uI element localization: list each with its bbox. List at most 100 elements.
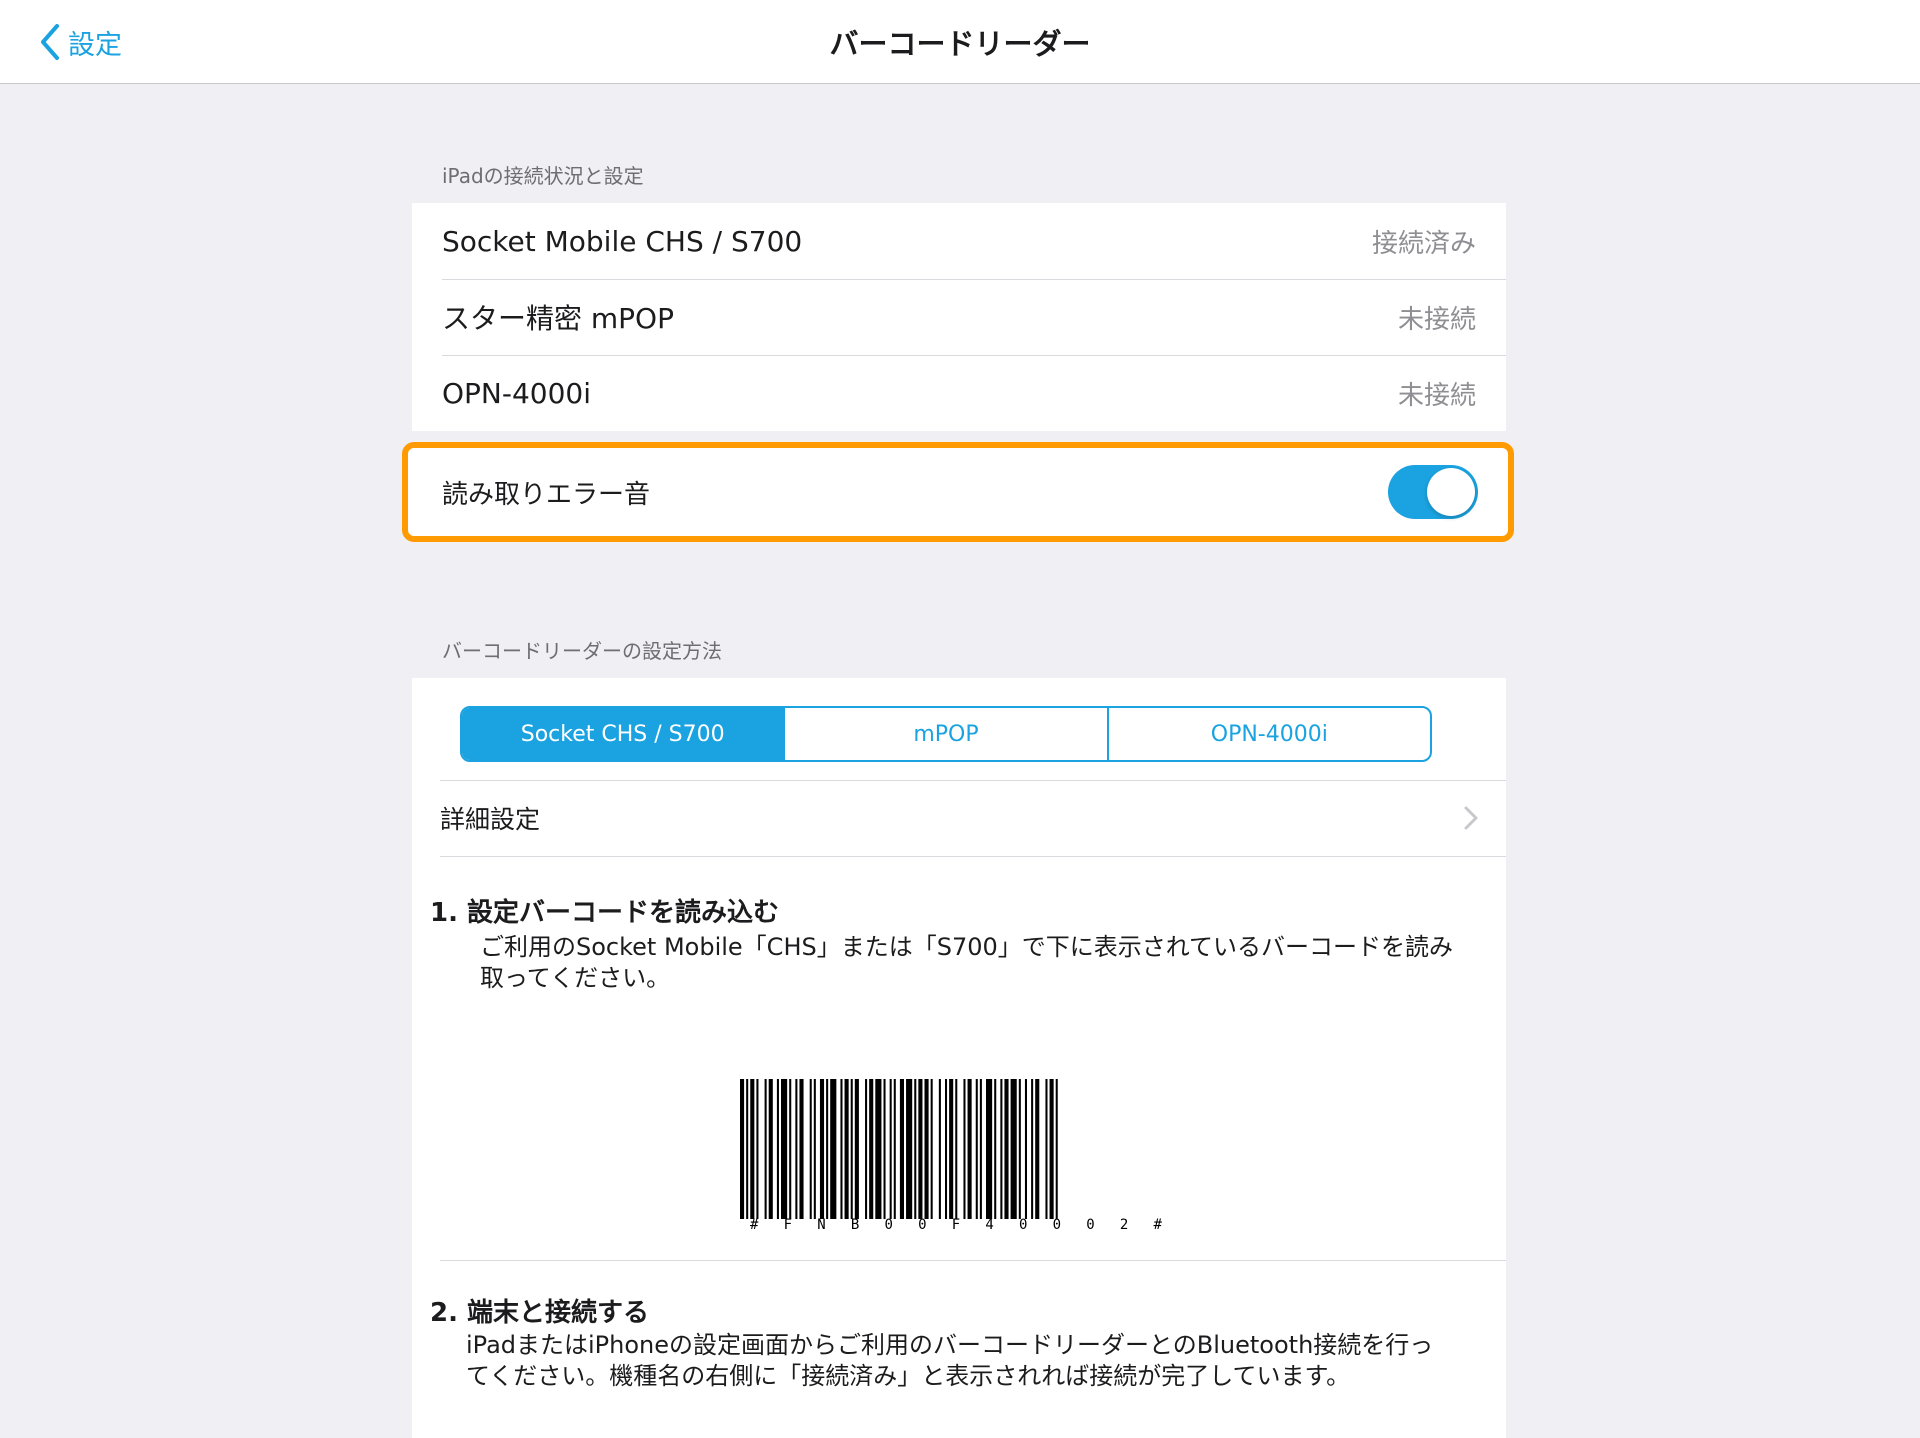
barcode-bar	[740, 1079, 745, 1219]
back-label: 設定	[68, 29, 122, 61]
chevron-left-icon	[41, 24, 59, 60]
setup-barcode	[740, 1079, 1058, 1219]
barcode-bar	[746, 1079, 749, 1219]
barcode-bar	[768, 1079, 773, 1219]
barcode-bar	[875, 1079, 882, 1219]
barcode-bar	[854, 1079, 859, 1219]
error-sound-label: 読み取りエラー音	[442, 479, 651, 510]
connection-section-header: iPadの接続状況と設定	[442, 164, 644, 188]
barcode-bar	[945, 1079, 948, 1219]
barcode-bar	[781, 1079, 788, 1219]
barcode-bar	[830, 1079, 837, 1219]
barcode-bar	[750, 1079, 755, 1219]
barcode-bar	[1010, 1079, 1017, 1219]
page-title: バーコードリーダー	[829, 27, 1091, 61]
step1-line1: ご利用のSocket Mobile「CHS」または「S700」で下に表示されてい…	[480, 933, 1454, 961]
barcode-bar	[826, 1079, 829, 1219]
error-sound-highlight: 読み取りエラー音	[402, 442, 1514, 542]
barcode-char: B	[850, 1217, 860, 1233]
barcode-char: 0	[1019, 1217, 1028, 1233]
step1-body: ご利用のSocket Mobile「CHS」または「S700」で下に表示されてい…	[480, 932, 1453, 994]
barcode-char: F	[951, 1217, 961, 1233]
barcode-bar	[914, 1079, 917, 1219]
setup-card: Socket CHS / S700 mPOP OPN-4000i 詳細設定 1.…	[412, 678, 1506, 1438]
barcode-char: #	[1153, 1217, 1162, 1233]
barcode-bar	[850, 1079, 853, 1219]
barcode-bar	[924, 1079, 929, 1219]
barcode-bar	[906, 1079, 913, 1219]
step2-line2: てください。機種名の右側に「接続済み」と表示されれば接続が完了しています。	[466, 1362, 1351, 1390]
barcode-bar	[1035, 1079, 1040, 1219]
barcode-bar	[1004, 1079, 1009, 1219]
main-content: iPadの接続状況と設定 Socket Mobile CHS / S700 接続…	[402, 84, 1514, 1438]
device-row-mpop[interactable]: スター精密 mPOP 未接続	[412, 279, 1506, 355]
error-sound-row: 読み取りエラー音	[408, 448, 1508, 536]
barcode-char: F	[783, 1217, 793, 1233]
barcode-bar	[795, 1079, 798, 1219]
barcode-bar	[809, 1079, 812, 1219]
barcode-bar	[1045, 1079, 1048, 1219]
barcode-bar	[949, 1079, 954, 1219]
step2-title: 2. 端末と接続する	[430, 1298, 650, 1328]
barcode-bar	[764, 1079, 767, 1219]
divider	[440, 1260, 1506, 1261]
barcode-bar	[813, 1079, 816, 1219]
barcode-bar	[819, 1079, 825, 1219]
barcode-bar	[1000, 1079, 1003, 1219]
device-name: OPN-4000i	[442, 376, 592, 410]
detail-settings-row[interactable]: 詳細設定	[440, 780, 1506, 856]
barcode-bar	[994, 1079, 997, 1219]
device-list: Socket Mobile CHS / S700 接続済み スター精密 mPOP…	[412, 203, 1506, 431]
toggle-knob	[1427, 468, 1475, 516]
segment-mpop[interactable]: mPOP	[783, 708, 1106, 760]
barcode-bar	[840, 1079, 843, 1219]
barcode-bar	[893, 1079, 896, 1219]
barcode-bar	[789, 1079, 792, 1219]
barcode-bar	[869, 1079, 874, 1219]
barcode-char: #	[750, 1217, 759, 1233]
barcode-bar	[1055, 1079, 1058, 1219]
device-row-opn[interactable]: OPN-4000i 未接続	[412, 355, 1506, 431]
device-status: 接続済み	[1371, 228, 1476, 259]
barcode-bar	[967, 1079, 972, 1219]
barcode-char: 0	[884, 1217, 893, 1233]
step2-line1: iPadまたはiPhoneの設定画面からご利用のバーコードリーダーとのBluet…	[466, 1331, 1434, 1359]
barcode-bar	[883, 1079, 886, 1219]
back-button[interactable]: 設定	[40, 14, 122, 70]
barcode-bar	[955, 1079, 958, 1219]
error-sound-toggle[interactable]	[1388, 465, 1478, 519]
device-status: 未接続	[1397, 380, 1476, 411]
barcode-bar	[776, 1079, 779, 1219]
detail-settings-label: 詳細設定	[440, 805, 541, 834]
barcode-bar	[844, 1079, 849, 1219]
divider	[440, 856, 1506, 857]
barcode-bar	[930, 1079, 933, 1219]
step1-title: 1. 設定バーコードを読み込む	[430, 898, 780, 928]
device-status: 未接続	[1397, 304, 1476, 335]
barcode-char: 0	[918, 1217, 927, 1233]
barcode-bar	[918, 1079, 923, 1219]
barcode-bar	[1031, 1079, 1034, 1219]
barcode-char: 2	[1119, 1217, 1129, 1233]
barcode-bar	[889, 1079, 892, 1219]
barcode-bar	[979, 1079, 982, 1219]
barcode-bar	[799, 1079, 804, 1219]
barcode-bar	[986, 1079, 993, 1219]
barcode-bar	[938, 1079, 941, 1219]
segment-socket[interactable]: Socket CHS / S700	[462, 708, 784, 760]
barcode-bar	[963, 1079, 966, 1219]
barcode-bar	[899, 1079, 904, 1219]
barcode-caption: # F N B 0 0 F 4 0 0 0 2 #	[740, 1217, 1172, 1239]
navigation-bar: 設定 バーコードリーダー	[0, 0, 1920, 84]
barcode-char: N	[817, 1217, 826, 1233]
barcode-bar	[1018, 1079, 1021, 1219]
step2-body: iPadまたはiPhoneの設定画面からご利用のバーコードリーダーとのBluet…	[466, 1330, 1433, 1392]
barcode-char: 4	[985, 1217, 994, 1233]
setup-section-header: バーコードリーダーの設定方法	[442, 639, 722, 663]
barcode-bar	[756, 1079, 759, 1219]
device-row-socket[interactable]: Socket Mobile CHS / S700 接続済み	[412, 203, 1506, 279]
device-segmented-control: Socket CHS / S700 mPOP OPN-4000i	[460, 706, 1432, 762]
barcode-bar	[1024, 1079, 1027, 1219]
barcode-bar	[865, 1079, 868, 1219]
segment-opn[interactable]: OPN-4000i	[1106, 708, 1430, 760]
